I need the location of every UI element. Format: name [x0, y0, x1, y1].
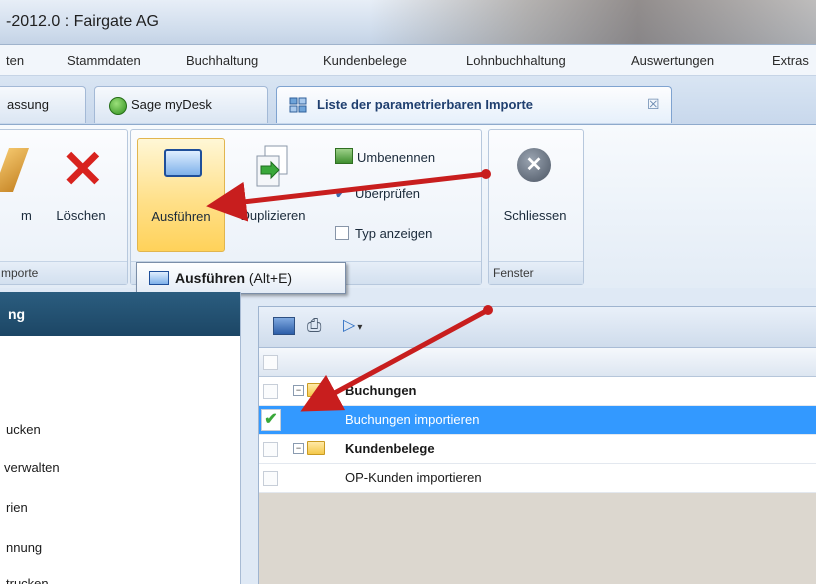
annotation-arrows	[206, 169, 493, 412]
application-window: -2012.0 : Fairgate AG ten Stammdaten Buc…	[0, 0, 816, 584]
arrow-origin-dot	[483, 305, 493, 315]
arrow-to-execute	[206, 171, 489, 222]
arrow-origin-dot	[481, 169, 491, 179]
arrow-to-row	[300, 307, 491, 412]
